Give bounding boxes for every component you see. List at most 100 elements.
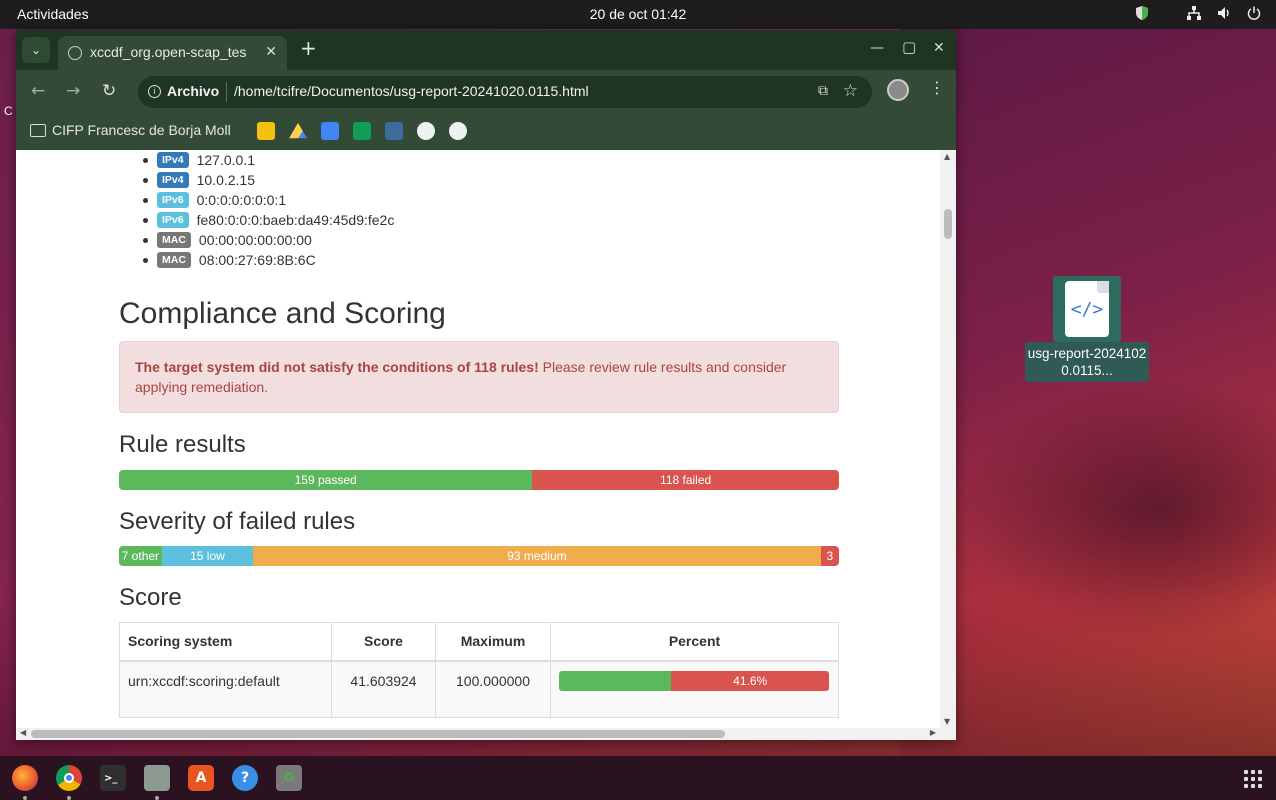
volume-icon[interactable] <box>1216 5 1232 21</box>
bookmark-star-icon[interactable]: ☆ <box>843 81 858 101</box>
info-icon[interactable]: i <box>148 85 161 98</box>
address-type-badge: MAC <box>157 252 191 268</box>
tab-bar: ⌄ xccdf_org.open-scap_tes ✕ + — ▢ ✕ <box>16 30 956 70</box>
clock[interactable]: 20 de oct 01:42 <box>0 6 1276 22</box>
html-file-icon: </> <box>1065 281 1109 337</box>
address-type-badge: IPv4 <box>157 152 189 168</box>
bookmark-github-icon[interactable] <box>417 122 435 140</box>
address-list: IPv4 127.0.0.1 IPv4 10.0.2.15 IPv6 0:0:0:0:0:… <box>142 150 395 270</box>
vertical-scroll-thumb[interactable] <box>944 209 952 239</box>
trash-icon[interactable]: ♻ <box>276 765 302 791</box>
compliance-alert: The target system did not satisfy the co… <box>119 341 839 413</box>
chrome-icon[interactable] <box>56 765 82 800</box>
maximize-icon[interactable]: ▢ <box>902 38 916 56</box>
desktop-partial-label: C <box>4 104 13 118</box>
menu-kebab-icon[interactable]: ⋮ <box>929 80 945 96</box>
address-value: 00:00:00:00:00:00 <box>198 232 312 248</box>
percent-fill <box>559 670 672 691</box>
severity-segment: 3 <box>820 546 839 566</box>
browser-window: ⌄ xccdf_org.open-scap_tes ✕ + — ▢ ✕ ← → … <box>16 30 956 740</box>
power-icon[interactable] <box>1246 5 1262 21</box>
severity-segment: 93 medium <box>253 546 821 566</box>
show-apps-icon[interactable] <box>1244 770 1262 788</box>
list-item: IPv4 127.0.0.1 <box>142 150 394 170</box>
bookmarks-bar: CIFP Francesc de Borja Moll <box>16 112 956 150</box>
profile-avatar[interactable] <box>887 79 909 101</box>
translate-icon[interactable]: ⧉ <box>818 82 828 99</box>
scroll-up-icon[interactable]: ▲ <box>944 152 950 161</box>
close-window-icon[interactable]: ✕ <box>933 40 945 56</box>
horizontal-scrollbar[interactable]: ◀ ▶ <box>16 728 956 740</box>
bookmark-docs-icon[interactable] <box>321 122 339 140</box>
severity-heading: Severity of failed rules <box>119 508 356 535</box>
cell-maximum: 100.000000 <box>435 660 551 718</box>
forward-icon[interactable]: → <box>66 81 80 101</box>
header-score: Score <box>331 622 436 662</box>
reload-icon[interactable]: ↻ <box>102 81 116 101</box>
address-value: 127.0.0.1 <box>196 152 255 168</box>
scroll-right-icon[interactable]: ▶ <box>930 728 936 737</box>
cell-percent: 41.6% <box>550 660 839 718</box>
help-icon[interactable]: ? <box>232 765 258 791</box>
system-top-bar: Actividades 20 de oct 01:42 <box>0 0 1276 29</box>
close-tab-icon[interactable]: ✕ <box>265 43 277 60</box>
software-store-icon[interactable]: A <box>188 765 214 791</box>
network-icon[interactable] <box>1186 5 1202 21</box>
horizontal-scroll-thumb[interactable] <box>31 730 725 738</box>
scroll-down-icon[interactable]: ▼ <box>944 717 950 726</box>
rule-results-bar: 159 passed 118 failed <box>119 470 839 490</box>
page-viewport[interactable]: IPv4 127.0.0.1 IPv4 10.0.2.15 IPv6 0:0:0:0:0:… <box>16 150 940 728</box>
list-item: IPv6 0:0:0:0:0:0:0:1 <box>142 190 394 210</box>
terminal-icon[interactable]: >_ <box>100 765 126 791</box>
header-scoring-system: Scoring system <box>119 622 332 662</box>
score-table: Scoring system Score Maximum Percent urn… <box>119 622 839 718</box>
address-type-badge: MAC <box>157 232 191 248</box>
desktop-file-icon[interactable]: </> usg-report-20241020.0115... <box>1025 276 1149 382</box>
scroll-left-icon[interactable]: ◀ <box>20 728 26 737</box>
alert-strong-text: The target system did not satisfy the co… <box>135 359 539 375</box>
cell-scoring-system: urn:xccdf:scoring:default <box>119 660 332 718</box>
address-value: 08:00:27:69:8B:6C <box>198 252 316 268</box>
bookmark-classroom-icon[interactable] <box>257 122 275 140</box>
bookmark-drive-icon[interactable] <box>289 122 307 139</box>
globe-icon <box>68 46 82 60</box>
address-value: fe80:0:0:0:baeb:da49:45d9:fe2c <box>196 212 395 228</box>
vertical-scrollbar[interactable]: ▲ ▼ <box>940 150 956 728</box>
tab-search-button[interactable]: ⌄ <box>22 37 50 63</box>
percent-bar: 41.6% <box>559 670 829 691</box>
list-item: MAC 08:00:27:69:8B:6C <box>142 250 394 270</box>
tab-active[interactable]: xccdf_org.open-scap_tes ✕ <box>58 36 287 70</box>
minimize-icon[interactable]: — <box>870 40 884 56</box>
bookmark-sheets-icon[interactable] <box>353 122 371 140</box>
header-percent: Percent <box>550 622 839 662</box>
back-icon[interactable]: ← <box>31 81 45 101</box>
url-text[interactable]: /home/tcifre/Documentos/usg-report-20241… <box>234 83 589 99</box>
dock: >_ A ? ♻ <box>0 756 1276 800</box>
table-row: urn:xccdf:scoring:default 41.603924 100.… <box>119 660 839 718</box>
system-tray[interactable] <box>1134 5 1262 21</box>
address-bar[interactable]: i Archivo /home/tcifre/Documentos/usg-re… <box>138 76 872 108</box>
list-item: MAC 00:00:00:00:00:00 <box>142 230 394 250</box>
cell-score: 41.603924 <box>331 660 436 718</box>
files-icon[interactable] <box>144 765 170 800</box>
firefox-icon[interactable] <box>12 765 38 800</box>
tab-title: xccdf_org.open-scap_tes <box>90 44 247 60</box>
new-tab-button[interactable]: + <box>300 38 317 58</box>
list-item: IPv6 fe80:0:0:0:baeb:da49:45d9:fe2c <box>142 210 395 230</box>
desktop-file-label[interactable]: usg-report-20241020.0115... <box>1025 342 1149 382</box>
address-type-badge: IPv6 <box>157 212 189 228</box>
bookmark-github-icon[interactable] <box>449 122 467 140</box>
header-maximum: Maximum <box>435 622 551 662</box>
compliance-heading: Compliance and Scoring <box>119 297 446 330</box>
score-heading: Score <box>119 584 182 611</box>
list-item: IPv4 10.0.2.15 <box>142 170 394 190</box>
failed-segment: 118 failed <box>532 470 839 490</box>
bookmark-translate-icon[interactable] <box>385 122 403 140</box>
divider <box>226 82 227 102</box>
url-scheme-chip[interactable]: Archivo <box>167 83 219 99</box>
severity-segment: 15 low <box>161 546 254 566</box>
bookmark-icons <box>257 122 467 140</box>
bookmark-folder[interactable]: CIFP Francesc de Borja Moll <box>30 122 231 138</box>
shield-icon[interactable] <box>1134 5 1150 21</box>
